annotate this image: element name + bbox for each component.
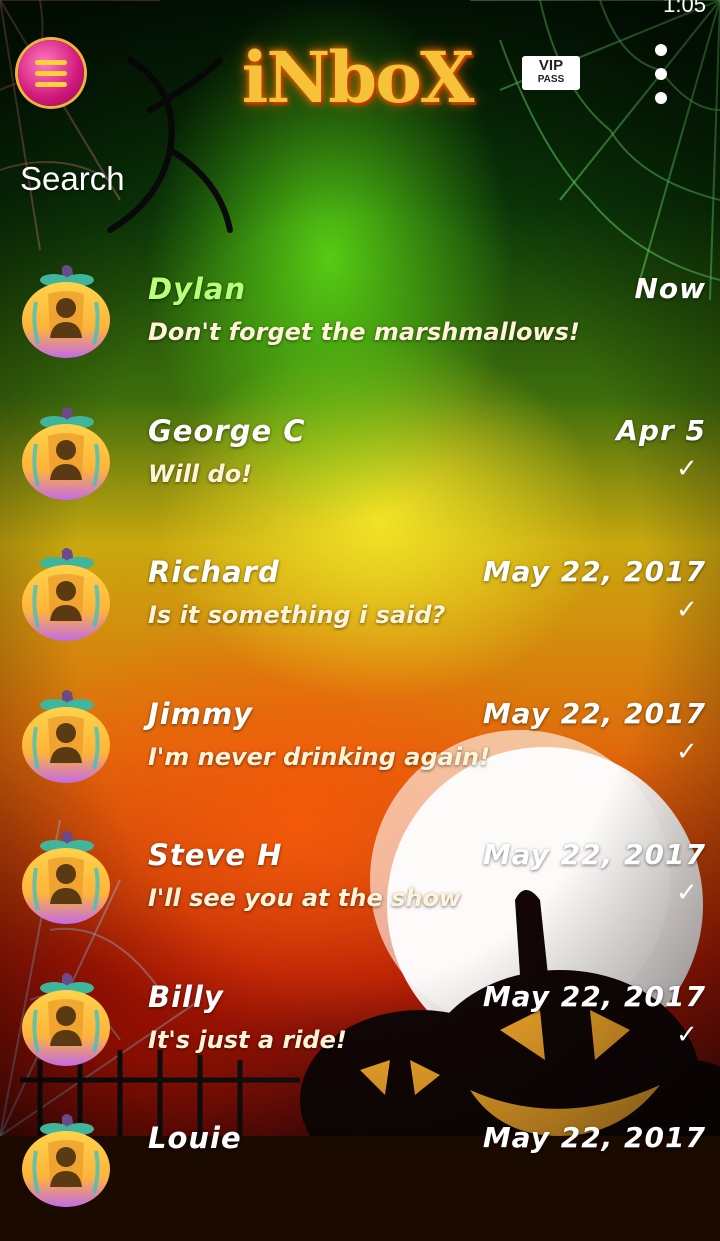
- vip-pass-button[interactable]: VIP PASS: [522, 56, 580, 90]
- search-label[interactable]: Search: [20, 160, 125, 198]
- checkmark-icon: ✓: [676, 453, 698, 484]
- app-logo: iNboX: [241, 36, 475, 119]
- checkmark-icon: ✓: [676, 595, 698, 625]
- message-date: May 22, 2017: [482, 696, 706, 730]
- pumpkin-contact-avatar-icon: [22, 831, 110, 924]
- hamburger-menu-icon: [35, 59, 67, 65]
- contact-name: Dylan: [148, 272, 247, 306]
- message-date: May 22, 2017: [482, 979, 706, 1013]
- message-date: Apr 5: [616, 413, 706, 447]
- contact-name: George C: [148, 413, 306, 448]
- checkmark-icon: ✓: [676, 1019, 698, 1050]
- message-date: May 22, 2017: [482, 1121, 706, 1154]
- vip-label: VIP: [538, 57, 564, 74]
- pumpkin-contact-avatar-icon: [22, 689, 110, 783]
- contact-name: Louie: [148, 1121, 242, 1155]
- message-snippet: Is it something i said?: [148, 601, 446, 629]
- message-snippet: It's just a ride!: [148, 1025, 347, 1054]
- pass-label: PASS: [537, 74, 565, 85]
- conversation-row-louie[interactable]: Louie May 22, 2017 ✓: [0, 1099, 720, 1241]
- checkmark-icon: ✓: [676, 878, 698, 908]
- menu-button[interactable]: [18, 40, 84, 106]
- contact-name: Richard: [148, 555, 280, 589]
- more-options-button[interactable]: [648, 44, 674, 104]
- pumpkin-contact-avatar-icon: [22, 1114, 110, 1207]
- message-date: May 22, 2017: [482, 838, 706, 871]
- message-snippet: Don't forget the marshmallows!: [148, 318, 580, 346]
- conversation-row-george-c[interactable]: George C Will do! Apr 5 ✓: [0, 392, 720, 534]
- pumpkin-contact-avatar-icon: [22, 972, 110, 1066]
- pumpkin-contact-avatar-icon: [22, 548, 110, 641]
- pumpkin-contact-avatar-icon: [22, 265, 110, 358]
- message-snippet: I'm never drinking again!: [148, 742, 491, 771]
- conversation-row-billy[interactable]: Billy It's just a ride! May 22, 2017 ✓: [0, 958, 720, 1100]
- pumpkin-contact-avatar-icon: [22, 406, 110, 500]
- conversation-row-steve-h[interactable]: Steve H I'll see you at the show May 22,…: [0, 816, 720, 958]
- message-snippet: Will do!: [148, 459, 253, 488]
- conversation-list: Dylan Don't forget the marshmallows! Now…: [0, 250, 720, 1241]
- status-bar-clock: 1:05: [663, 0, 706, 17]
- checkmark-icon: ✓: [676, 736, 698, 767]
- more-vertical-icon: [655, 44, 667, 56]
- conversation-row-dylan[interactable]: Dylan Don't forget the marshmallows! Now…: [0, 250, 720, 392]
- conversation-row-jimmy[interactable]: Jimmy I'm never drinking again! May 22, …: [0, 675, 720, 817]
- conversation-row-richard[interactable]: Richard Is it something i said? May 22, …: [0, 533, 720, 675]
- contact-name: Jimmy: [148, 696, 254, 731]
- message-date: Now: [634, 272, 706, 305]
- message-snippet: I'll see you at the show: [148, 884, 462, 912]
- contact-name: Steve H: [148, 838, 283, 872]
- contact-name: Billy: [148, 979, 224, 1014]
- message-date: May 22, 2017: [482, 555, 706, 588]
